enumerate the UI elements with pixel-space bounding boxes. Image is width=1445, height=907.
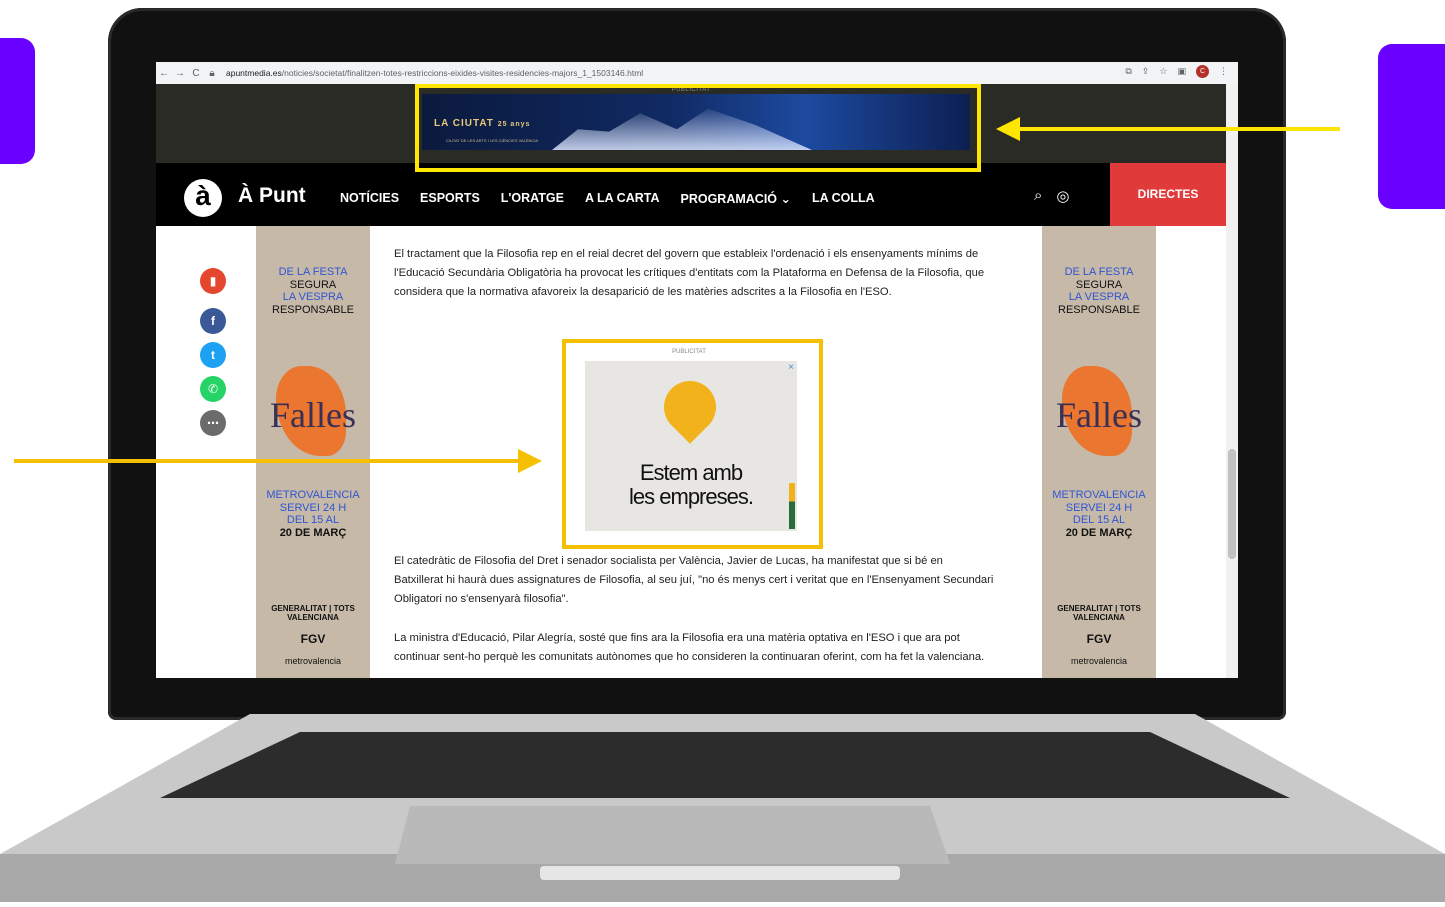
metrovalencia-logo: metrovalencia (284, 656, 342, 666)
menu-item-loratge[interactable]: L'ORATGE (501, 191, 564, 206)
twitter-icon[interactable]: t (200, 342, 226, 368)
article-paragraph: La ministra d'Educació, Pilar Alegría, s… (394, 632, 985, 664)
site-logo-icon[interactable]: à (184, 179, 222, 217)
user-icon[interactable]: ◎ (1056, 187, 1069, 205)
inline-ad-highlight (562, 339, 823, 549)
left-side-ad[interactable]: DE LA FESTA SEGURA LA VESPRA RESPONSABLE… (256, 226, 370, 678)
bookmark-icon[interactable]: ▮ (200, 268, 226, 294)
right-side-ad[interactable]: DE LA FESTA SEGURA LA VESPRA RESPONSABLE… (1042, 226, 1156, 678)
top-ad-highlight (415, 84, 981, 172)
article-paragraph: El tractament que la Filosofia rep en el… (394, 248, 985, 299)
whatsapp-icon[interactable]: ✆ (200, 376, 226, 402)
falles-logo: Falles (270, 395, 356, 435)
article-paragraph: El catedràtic de Filosofia del Dret i se… (394, 555, 994, 606)
nav-icons: ⌕ ◎ (1034, 187, 1070, 205)
laptop-keyboard-deck (0, 714, 1445, 902)
search-icon[interactable]: ⌕ (1034, 187, 1042, 205)
fgv-logo: FGV (300, 632, 326, 646)
menu-item-la-colla[interactable]: LA COLLA (812, 191, 875, 206)
left-purple-block (0, 38, 35, 164)
fgv-logo: FGV (1086, 632, 1112, 646)
right-arrow-head (996, 117, 1020, 141)
back-icon[interactable]: ← (156, 68, 172, 79)
lock-icon: 🔒︎ (209, 67, 215, 79)
left-arrow-head (518, 449, 542, 473)
sidepanel-icon[interactable]: ▣ (1177, 66, 1186, 77)
menu-icon[interactable]: ⋮ (1219, 66, 1228, 77)
metrovalencia-logo: metrovalencia (1070, 656, 1128, 666)
falles-logo: Falles (1056, 395, 1142, 435)
scrollbar[interactable] (1226, 84, 1238, 678)
share-icon[interactable]: ⇪ (1142, 66, 1150, 77)
directes-button[interactable]: DIRECTES (1110, 163, 1226, 226)
ad-info: METROVALENCIA SERVEI 24 H DEL 15 AL 20 D… (1052, 489, 1146, 539)
laptop-base (0, 714, 1445, 902)
generalitat-logo: GENERALITAT | TOTS VALENCIANA (271, 604, 355, 622)
scroll-thumb[interactable] (1228, 449, 1236, 559)
address-bar[interactable]: apuntmedia.es/noticies/societat/finalitz… (226, 68, 643, 78)
site-navbar: à À Punt NOTÍCIES ESPORTS L'ORATGE A LA … (156, 163, 1226, 226)
menu-item-esports[interactable]: ESPORTS (420, 191, 480, 206)
ad-info: METROVALENCIA SERVEI 24 H DEL 15 AL 20 D… (266, 489, 360, 539)
more-icon[interactable]: ⋯ (200, 410, 226, 436)
right-arrow-line (1018, 127, 1340, 131)
translate-icon[interactable]: ⧉ (1125, 66, 1131, 77)
ad-headline: DE LA FESTA SEGURA LA VESPRA RESPONSABLE (1058, 266, 1140, 316)
menu-item-a-la-carta[interactable]: A LA CARTA (585, 191, 660, 206)
profile-avatar[interactable]: C (1196, 65, 1209, 78)
star-icon[interactable]: ☆ (1159, 66, 1167, 77)
menu-item-noticies[interactable]: NOTÍCIES (340, 191, 399, 206)
generalitat-logo: GENERALITAT | TOTS VALENCIANA (1057, 604, 1141, 622)
ad-headline: DE LA FESTA SEGURA LA VESPRA RESPONSABLE (272, 266, 354, 316)
forward-icon[interactable]: → (172, 68, 188, 79)
site-brand[interactable]: À Punt (238, 184, 306, 208)
facebook-icon[interactable]: f (200, 308, 226, 334)
left-arrow-line (14, 459, 520, 463)
menu-item-programacio[interactable]: PROGRAMACIÓ ⌄ (680, 191, 790, 206)
browser-toolbar: ← → C 🔒︎ apuntmedia.es/noticies/societat… (156, 62, 1238, 85)
reload-icon[interactable]: C (188, 68, 204, 79)
right-purple-block (1378, 44, 1445, 209)
main-menu: NOTÍCIES ESPORTS L'ORATGE A LA CARTA PRO… (340, 191, 875, 206)
